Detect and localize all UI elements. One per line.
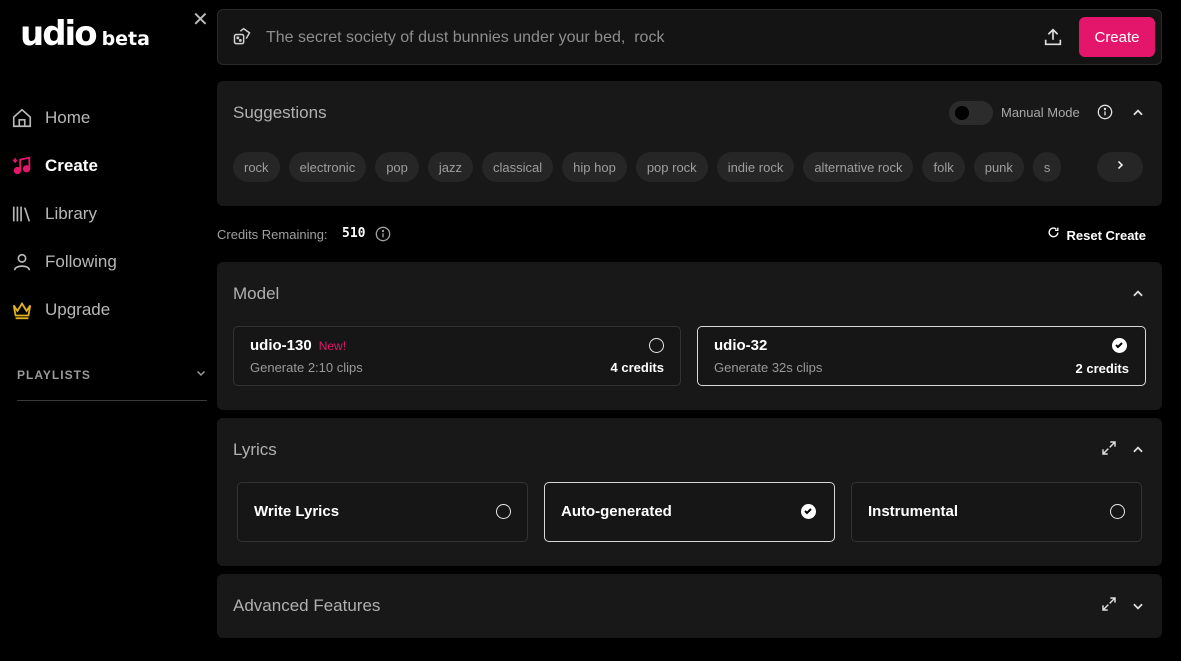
radio-checked-icon (1112, 338, 1127, 353)
prompt-input[interactable] (266, 24, 1026, 52)
suggestion-tag[interactable]: pop (375, 152, 419, 182)
upload-icon[interactable] (1042, 26, 1064, 53)
expand-icon[interactable] (1101, 596, 1117, 617)
model-option-name: udio-32 (714, 337, 768, 354)
model-option-subtitle: Generate 32s clips (714, 360, 823, 375)
new-badge: New! (318, 339, 347, 353)
create-button[interactable]: Create (1079, 17, 1155, 57)
suggestion-tag[interactable]: hip hop (562, 152, 627, 182)
sidebar-item-library[interactable]: Library (10, 190, 117, 238)
lyrics-panel: Lyrics Write Lyrics Auto-generated Instr… (217, 418, 1162, 566)
model-title: Model (233, 284, 280, 303)
music-note-icon (10, 154, 34, 178)
lyrics-option-instrumental[interactable]: Instrumental (851, 482, 1142, 542)
library-icon (10, 202, 34, 226)
model-option-udio-130[interactable]: udio-130 New! Generate 2:10 clips 4 credi… (233, 326, 681, 386)
sidebar-item-upgrade[interactable]: Upgrade (10, 286, 117, 334)
manual-mode-toggle[interactable] (949, 101, 993, 125)
user-icon (10, 250, 34, 274)
advanced-features-panel[interactable]: Advanced Features (217, 574, 1162, 638)
chevron-down-icon[interactable] (1131, 599, 1145, 618)
sidebar-item-following[interactable]: Following (10, 238, 117, 286)
model-panel: Model udio-130 New! Generate 2:10 clips 4… (217, 262, 1162, 410)
advanced-features-title: Advanced Features (233, 596, 381, 615)
refresh-icon (1047, 226, 1060, 244)
radio-unselected-icon (1110, 504, 1125, 519)
sidebar-item-label: Following (45, 252, 117, 271)
sidebar: udio beta ✕ Home Create Library Followin… (0, 0, 217, 661)
suggestion-tag[interactable]: jazz (427, 152, 474, 182)
suggestion-tag[interactable]: s (1032, 152, 1062, 182)
reset-create-button[interactable]: Reset Create (1047, 226, 1147, 244)
model-name-text: udio-130 (250, 337, 312, 354)
model-option-credits: 2 credits (1075, 361, 1129, 376)
sidebar-item-label: Create (45, 156, 98, 175)
close-sidebar-icon[interactable]: ✕ (192, 10, 210, 30)
manual-mode-label: Manual Mode (1001, 105, 1080, 120)
suggestion-tags: rock electronic pop jazz classical hip h… (233, 152, 1145, 184)
model-option-name: udio-130 New! (250, 337, 346, 354)
home-icon (10, 106, 34, 130)
lyrics-option-label: Auto-generated (561, 503, 672, 520)
radio-unselected-icon (649, 338, 664, 353)
sidebar-nav: Home Create Library Following Upgrade (10, 94, 117, 334)
model-option-subtitle: Generate 2:10 clips (250, 360, 363, 375)
random-prompt-dice-icon[interactable] (232, 27, 252, 52)
sidebar-item-home[interactable]: Home (10, 94, 117, 142)
playlists-label: PLAYLISTS (17, 368, 91, 382)
sidebar-item-label: Home (45, 108, 91, 127)
suggestion-tag[interactable]: classical (482, 152, 554, 182)
suggestion-tag[interactable]: punk (973, 152, 1024, 182)
lyrics-option-label: Write Lyrics (254, 503, 340, 520)
suggestion-tag[interactable]: folk (922, 152, 965, 182)
reset-create-label: Reset Create (1066, 227, 1147, 243)
model-option-udio-32[interactable]: udio-32 Generate 32s clips 2 credits (697, 326, 1146, 386)
chevron-up-icon[interactable] (1131, 106, 1145, 125)
suggestion-tag[interactable]: alternative rock (803, 152, 914, 182)
radio-checked-icon (801, 504, 816, 519)
info-icon[interactable] (1097, 104, 1113, 125)
radio-unselected-icon (496, 504, 511, 519)
logo-text: udio (20, 14, 98, 54)
credits-row: Credits Remaining: 510 Reset Create (217, 226, 1162, 244)
credits-value: 510 (342, 226, 366, 241)
toggle-knob (955, 106, 969, 120)
suggestion-tag[interactable]: rock (233, 152, 280, 182)
chevron-right-icon (1114, 158, 1126, 176)
model-option-credits: 4 credits (610, 360, 664, 375)
crown-icon (10, 298, 34, 322)
chevron-up-icon[interactable] (1131, 443, 1145, 462)
playlists-header[interactable]: PLAYLISTS (17, 366, 207, 401)
chevron-up-icon[interactable] (1131, 287, 1145, 306)
suggestion-tag[interactable]: indie rock (716, 152, 795, 182)
credits-label: Credits Remaining: (217, 227, 328, 242)
sidebar-item-create[interactable]: Create (10, 142, 117, 190)
sidebar-item-label: Upgrade (45, 300, 111, 319)
lyrics-option-label: Instrumental (868, 503, 959, 520)
prompt-bar: Create (217, 9, 1162, 65)
suggestions-title: Suggestions (233, 103, 327, 122)
logo-beta-badge: beta (101, 28, 150, 50)
suggestion-tag[interactable]: electronic (288, 152, 367, 182)
lyrics-title: Lyrics (233, 440, 277, 459)
lyrics-option-write[interactable]: Write Lyrics (237, 482, 528, 542)
suggestion-tag[interactable]: pop rock (635, 152, 708, 182)
suggestions-panel: Suggestions Manual Mode rock electronic … (217, 81, 1162, 206)
udio-logo[interactable]: udio beta (20, 14, 150, 54)
expand-icon[interactable] (1101, 440, 1117, 461)
tags-scroll-right-button[interactable] (1097, 152, 1143, 182)
lyrics-option-auto[interactable]: Auto-generated (544, 482, 835, 542)
sidebar-item-label: Library (45, 204, 97, 223)
chevron-down-icon (195, 366, 207, 384)
credits-info-icon[interactable] (375, 226, 391, 247)
